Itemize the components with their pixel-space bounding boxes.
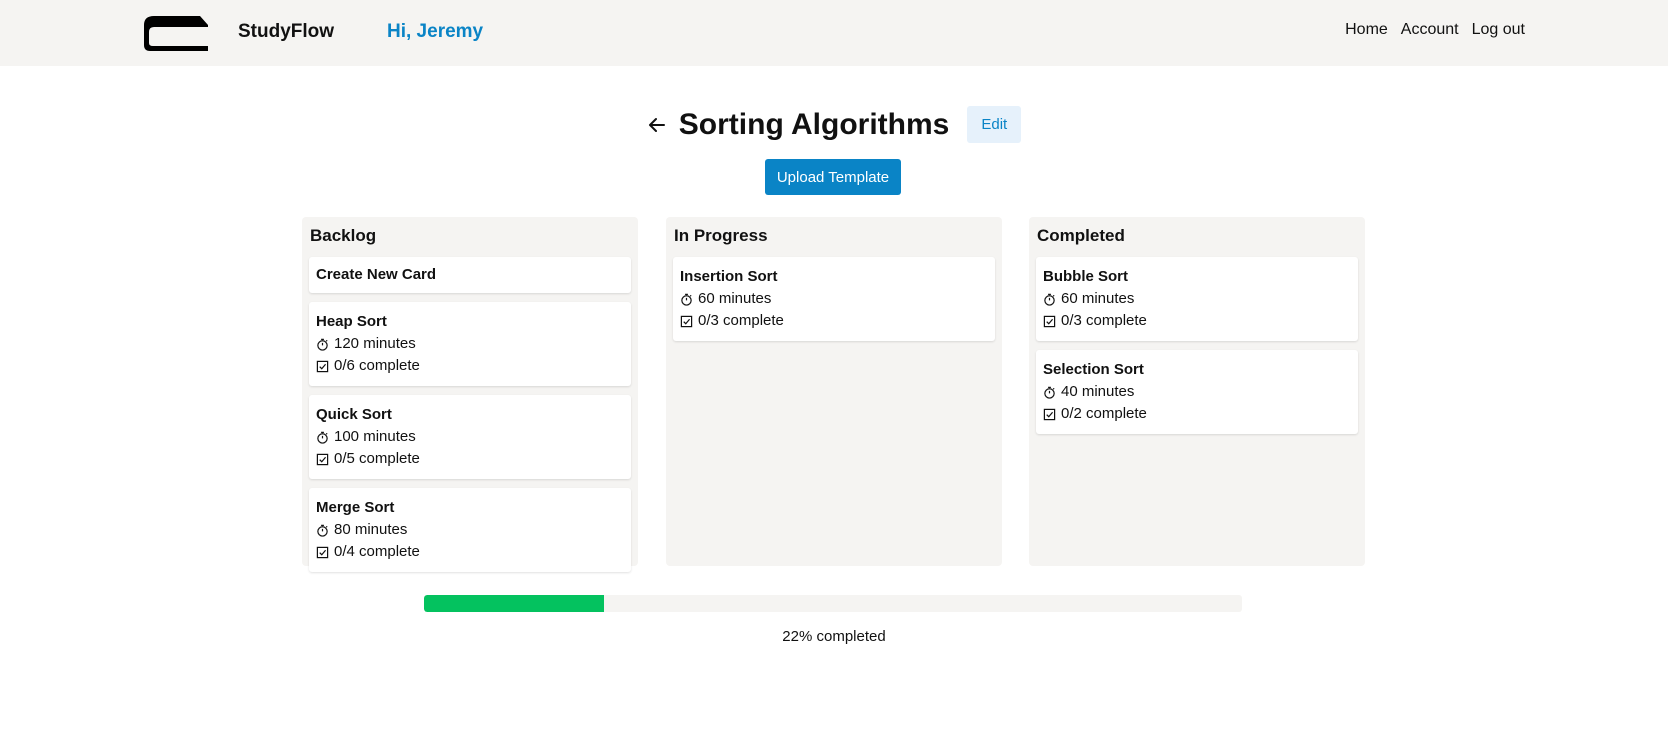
checkbox-icon — [1043, 408, 1056, 420]
card-progress: 0/3 complete — [1043, 310, 1351, 332]
card-title: Merge Sort — [316, 499, 395, 516]
brand-name[interactable]: StudyFlow — [238, 21, 334, 43]
card-progress-value: 0/4 complete — [334, 543, 420, 560]
page-title: Sorting Algorithms — [678, 107, 950, 141]
column-in-progress: In Progress Insertion Sort 60 minutes 0/… — [666, 217, 1002, 566]
task-card[interactable]: Quick Sort 100 minutes 0/5 complete — [309, 395, 631, 479]
card-time-value: 40 minutes — [1061, 383, 1135, 400]
card-progress-value: 0/2 complete — [1061, 405, 1147, 422]
card-time-value: 120 minutes — [334, 335, 416, 352]
card-progress-value: 0/3 complete — [698, 312, 784, 329]
card-progress-value: 0/3 complete — [1061, 312, 1147, 329]
checkbox-icon — [680, 315, 693, 327]
checkbox-icon — [1043, 315, 1056, 327]
top-nav: Home Account Log out — [1345, 21, 1525, 39]
card-time-value: 60 minutes — [1061, 290, 1135, 307]
checkbox-icon — [316, 360, 329, 372]
user-greeting: Hi, Jeremy — [387, 21, 484, 42]
arrow-left-icon[interactable] — [647, 115, 667, 135]
nav-account-link[interactable]: Account — [1401, 21, 1459, 39]
column-title: Backlog — [310, 226, 377, 245]
card-title: Quick Sort — [316, 406, 392, 423]
stopwatch-icon — [681, 293, 692, 306]
card-title: Selection Sort — [1043, 361, 1144, 378]
checkbox-icon — [316, 453, 329, 465]
card-time: 120 minutes — [316, 333, 624, 355]
card-progress: 0/2 complete — [1043, 403, 1351, 425]
card-time-value: 60 minutes — [698, 290, 772, 307]
page-title-row: Sorting Algorithms Edit — [0, 106, 1668, 143]
nav-home-link[interactable]: Home — [1345, 21, 1388, 39]
edit-button[interactable]: Edit — [967, 106, 1022, 143]
create-new-card-label: Create New Card — [316, 266, 437, 283]
card-time-value: 80 minutes — [334, 521, 408, 538]
stopwatch-icon — [1044, 386, 1055, 399]
card-progress: 0/4 complete — [316, 541, 624, 563]
card-progress-value: 0/6 complete — [334, 357, 420, 374]
card-progress-value: 0/5 complete — [334, 450, 420, 467]
stopwatch-icon — [1044, 293, 1055, 306]
task-card[interactable]: Selection Sort 40 minutes 0/2 complete — [1036, 350, 1358, 434]
column-title: In Progress — [674, 226, 768, 245]
column-title: Completed — [1037, 226, 1125, 245]
checkbox-icon — [316, 546, 329, 558]
studyflow-logo-icon[interactable] — [140, 13, 210, 51]
top-navbar: StudyFlow Hi, Jeremy Home Account Log ou… — [0, 0, 1668, 66]
card-progress: 0/5 complete — [316, 448, 624, 470]
card-title: Heap Sort — [316, 313, 387, 330]
nav-logout-link[interactable]: Log out — [1472, 21, 1525, 39]
stopwatch-icon — [317, 338, 328, 351]
card-time: 40 minutes — [1043, 381, 1351, 403]
progress-bar-fill — [424, 595, 604, 612]
card-time: 100 minutes — [316, 426, 624, 448]
task-card[interactable]: Bubble Sort 60 minutes 0/3 complete — [1036, 257, 1358, 341]
progress-label: 22% completed — [782, 628, 886, 645]
stopwatch-icon — [317, 524, 328, 537]
task-card[interactable]: Insertion Sort 60 minutes 0/3 complete — [673, 257, 995, 341]
task-card[interactable]: Merge Sort 80 minutes 0/4 complete — [309, 488, 631, 572]
card-progress: 0/3 complete — [680, 310, 988, 332]
stopwatch-icon — [317, 431, 328, 444]
progress-bar — [424, 595, 1242, 612]
card-progress: 0/6 complete — [316, 355, 624, 377]
card-title: Insertion Sort — [680, 268, 778, 285]
task-card[interactable]: Heap Sort 120 minutes 0/6 complete — [309, 302, 631, 386]
card-time: 60 minutes — [680, 288, 988, 310]
column-completed: Completed Bubble Sort 60 minutes 0/3 com… — [1029, 217, 1365, 566]
upload-template-button[interactable]: Upload Template — [765, 159, 901, 195]
card-time: 60 minutes — [1043, 288, 1351, 310]
card-time-value: 100 minutes — [334, 428, 416, 445]
card-time: 80 minutes — [316, 519, 624, 541]
card-title: Bubble Sort — [1043, 268, 1128, 285]
create-new-card-button[interactable]: Create New Card — [309, 257, 631, 293]
column-backlog: Backlog Create New Card Heap Sort 120 mi… — [302, 217, 638, 572]
